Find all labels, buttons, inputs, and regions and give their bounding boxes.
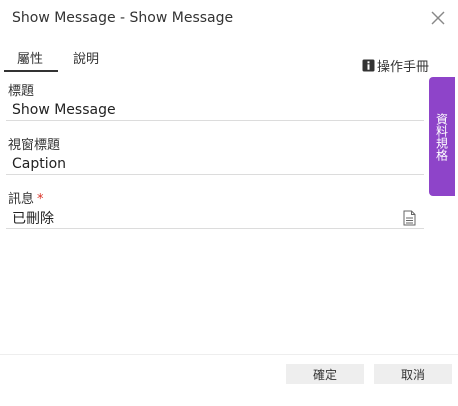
document-icon[interactable] (403, 210, 416, 226)
manual-link[interactable]: 操作手冊 (362, 57, 430, 75)
caption-input[interactable] (6, 153, 424, 175)
tab-properties[interactable]: 屬性 (17, 48, 43, 67)
title-bar: Show Message - Show Message (0, 0, 458, 38)
message-label-text: 訊息 (8, 192, 35, 207)
manual-label: 操作手冊 (377, 59, 430, 75)
caption-field-label: 視窗標題 (8, 138, 61, 153)
book-icon (362, 59, 375, 71)
close-icon[interactable] (429, 9, 447, 27)
title-input[interactable] (6, 99, 424, 121)
show-message-dialog: Show Message - Show Message 屬性 說明 操作手冊 資… (0, 0, 458, 406)
title-field-label: 標題 (8, 84, 35, 99)
footer-divider (0, 354, 458, 355)
dialog-title: Show Message - Show Message (12, 10, 234, 26)
data-spec-label: 資料規格 (434, 112, 449, 161)
cancel-button[interactable]: 取消 (374, 364, 452, 384)
active-tab-indicator (4, 70, 58, 72)
message-input[interactable] (6, 207, 424, 229)
required-mark: * (37, 192, 44, 207)
tab-description[interactable]: 說明 (73, 48, 99, 67)
data-spec-side-tab[interactable]: 資料規格 (429, 77, 455, 196)
ok-button[interactable]: 確定 (286, 364, 364, 384)
message-field-label: 訊息 * (8, 188, 44, 207)
